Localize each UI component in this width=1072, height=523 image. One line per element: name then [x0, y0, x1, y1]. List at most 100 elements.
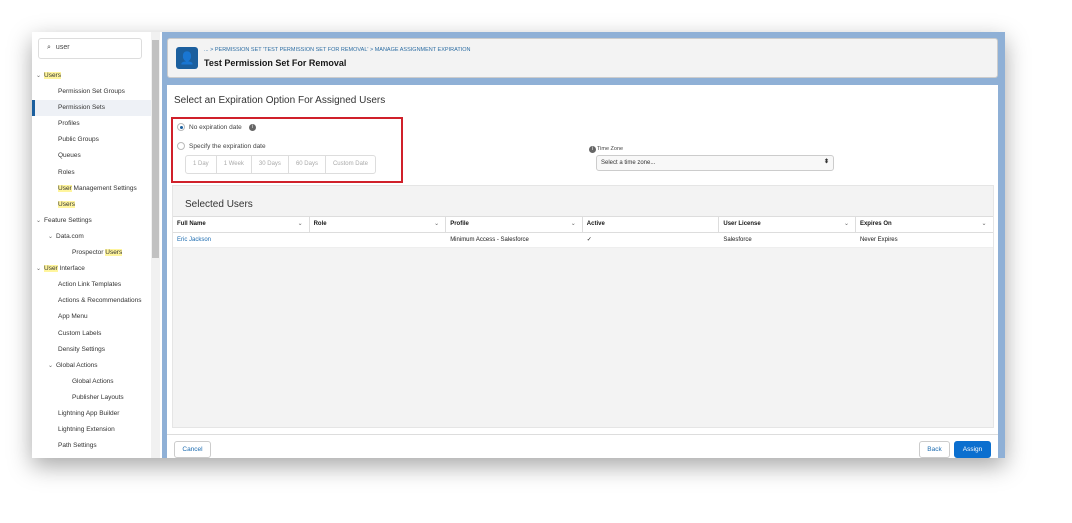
- scrollbar-thumb[interactable]: [152, 40, 159, 258]
- sidebar-item-label: Feature Settings: [44, 216, 92, 224]
- sidebar-item[interactable]: Lightning Extension: [32, 422, 151, 438]
- sidebar-item-label: Density Settings: [58, 345, 105, 353]
- search-value: user: [55, 44, 70, 51]
- time-zone-select[interactable]: Select a time zone... ⬍: [596, 155, 834, 171]
- sidebar-item[interactable]: Global Actions: [32, 374, 151, 390]
- radio-label: No expiration date: [189, 123, 242, 131]
- back-button[interactable]: Back: [919, 441, 950, 458]
- sidebar-scrollbar[interactable]: [151, 32, 160, 458]
- duration-custom-date[interactable]: Custom Date: [326, 156, 375, 173]
- column-label: Active: [586, 221, 605, 227]
- sidebar-item[interactable]: Profiles: [32, 116, 151, 132]
- content-card: Select an Expiration Option For Assigned…: [167, 85, 998, 458]
- sidebar-item-label: Users: [44, 72, 61, 79]
- column-label: Expires On: [859, 221, 892, 227]
- cell-expires-on: Never Expires: [859, 237, 898, 243]
- radio-specify-date[interactable]: Specify the expiration date: [177, 142, 266, 150]
- info-icon[interactable]: i: [589, 146, 596, 153]
- column-label: Profile: [450, 221, 469, 227]
- chevron-down-icon[interactable]: ⌄: [48, 229, 56, 245]
- app-window: ⌕ user ⌄ Users Permission Set Groups Permiss…: [32, 32, 1005, 458]
- sidebar-item-label: Lightning Extension: [58, 426, 115, 434]
- time-zone-label: i Time Zone: [589, 146, 623, 153]
- sidebar-item[interactable]: App Menu: [32, 309, 151, 325]
- column-role[interactable]: Role ⌄: [310, 217, 447, 232]
- sidebar-item[interactable]: Actions & Recommendations: [32, 293, 151, 309]
- column-full-name[interactable]: Full Name ⌄: [173, 217, 310, 232]
- sidebar-item[interactable]: ⌄ Feature Settings: [32, 213, 151, 229]
- selected-users-panel: Selected Users Full Name ⌄ Role ⌄ Profile ⌄…: [172, 185, 994, 428]
- column-active[interactable]: Active: [583, 217, 720, 232]
- sidebar-item[interactable]: Action Link Templates: [32, 277, 151, 293]
- duration-1-day[interactable]: 1 Day: [186, 156, 217, 173]
- sidebar-item-label: App Menu: [58, 313, 88, 321]
- sidebar-item[interactable]: ⌄ Users: [32, 68, 151, 84]
- column-expires-on[interactable]: Expires On ⌄: [856, 217, 993, 232]
- sidebar-item-label: Action Link Templates: [58, 281, 122, 289]
- cell-full-name[interactable]: Eric Jackson: [173, 233, 310, 247]
- sidebar-item[interactable]: Prospector Users: [32, 245, 151, 261]
- duration-button-group: 1 Day 1 Week 30 Days 60 Days Custom Date: [185, 155, 376, 174]
- sidebar-item-label: Actions & Recommendations: [58, 297, 142, 305]
- sidebar-item-label: Public Groups: [58, 136, 99, 144]
- sidebar-item[interactable]: Queues: [32, 148, 151, 164]
- table-row: Eric Jackson Minimum Access - Salesforce…: [173, 233, 993, 248]
- sidebar-item[interactable]: ⌄ Global Actions: [32, 358, 151, 374]
- sidebar-item[interactable]: Users: [32, 197, 151, 213]
- sidebar-item[interactable]: ⌄ Data.com: [32, 229, 151, 245]
- chevron-down-icon[interactable]: ⌄: [36, 68, 44, 84]
- chevron-down-icon[interactable]: ⌄: [844, 217, 849, 232]
- sidebar-item[interactable]: Roles: [32, 165, 151, 181]
- radio-no-expiration[interactable]: No expiration date i: [177, 123, 256, 131]
- quick-find-input[interactable]: ⌕ user: [38, 38, 142, 59]
- setup-nav-tree: ⌄ Users Permission Set Groups Permission Se…: [32, 68, 151, 454]
- sidebar-item[interactable]: Custom Labels: [32, 326, 151, 342]
- sidebar-item[interactable]: ⌄ User Interface: [32, 261, 151, 277]
- sidebar-item[interactable]: Lightning App Builder: [32, 406, 151, 422]
- column-label: Role: [313, 221, 327, 227]
- sidebar-item-label: User Management Settings: [58, 184, 137, 192]
- radio-button[interactable]: [177, 123, 185, 131]
- user-icon: 👤: [176, 47, 198, 69]
- cancel-button[interactable]: Cancel: [174, 441, 211, 458]
- sidebar-item[interactable]: Permission Set Groups: [32, 84, 151, 100]
- sidebar-item[interactable]: Density Settings: [32, 342, 151, 358]
- info-icon[interactable]: i: [248, 123, 256, 131]
- search-match-highlight: Users: [44, 72, 61, 79]
- duration-30-days[interactable]: 30 Days: [252, 156, 289, 173]
- sidebar-item[interactable]: Path Settings: [32, 438, 151, 454]
- chevron-down-icon[interactable]: ⌄: [36, 213, 44, 229]
- chevron-down-icon[interactable]: ⌄: [434, 217, 439, 232]
- chevron-down-icon[interactable]: ⌄: [36, 261, 44, 277]
- chevron-down-icon[interactable]: ⌄: [48, 358, 56, 374]
- column-user-license[interactable]: User License ⌄: [719, 217, 856, 232]
- select-arrows-icon: ⬍: [823, 159, 829, 165]
- sidebar-item-label: Data.com: [56, 232, 84, 240]
- column-profile[interactable]: Profile ⌄: [446, 217, 583, 232]
- breadcrumb[interactable]: ... > PERMISSION SET 'TEST PERMISSION SE…: [204, 47, 470, 53]
- time-zone-placeholder: Select a time zone...: [601, 160, 656, 166]
- sidebar-item-label: Users: [58, 200, 75, 208]
- chevron-down-icon[interactable]: ⌄: [298, 217, 303, 232]
- page-title: Test Permission Set For Removal: [204, 58, 347, 68]
- sidebar-item[interactable]: Public Groups: [32, 132, 151, 148]
- table-header: Full Name ⌄ Role ⌄ Profile ⌄ Active User Li…: [173, 216, 993, 233]
- assign-button[interactable]: Assign: [954, 441, 991, 458]
- sidebar-item-label: Global Actions: [56, 361, 98, 369]
- radio-button[interactable]: [177, 142, 185, 150]
- chevron-down-icon[interactable]: ⌄: [571, 217, 576, 232]
- sidebar-item[interactable]: Publisher Layouts: [32, 390, 151, 406]
- setup-sidebar: ⌕ user ⌄ Users Permission Set Groups Permiss…: [32, 32, 160, 458]
- radio-label: Specify the expiration date: [189, 142, 266, 150]
- sidebar-item-label: Permission Set Groups: [58, 88, 125, 96]
- chevron-down-icon[interactable]: ⌄: [982, 217, 987, 232]
- search-match-highlight: User: [44, 265, 58, 273]
- sidebar-item[interactable]: User Management Settings: [32, 181, 151, 197]
- sidebar-item-label: Lightning App Builder: [58, 409, 120, 417]
- search-match-highlight: Users: [105, 249, 123, 257]
- cell-user-license: Salesforce: [723, 237, 752, 243]
- sidebar-item-label: Publisher Layouts: [72, 393, 124, 401]
- duration-1-week[interactable]: 1 Week: [217, 156, 252, 173]
- sidebar-item[interactable]: Permission Sets: [32, 100, 151, 117]
- duration-60-days[interactable]: 60 Days: [289, 156, 326, 173]
